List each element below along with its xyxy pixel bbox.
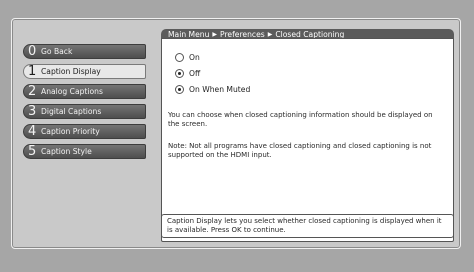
sidebar-item-label: Caption Display <box>41 67 101 76</box>
note-text: Note: Not all programs have closed capti… <box>168 142 432 159</box>
content-pane: On Off On When Muted You can choose when… <box>161 38 454 242</box>
sidebar-item-number: 0 <box>28 44 37 59</box>
sidebar-item-number: 4 <box>28 124 37 139</box>
sidebar-item-caption-style[interactable]: 5 Caption Style <box>23 144 146 159</box>
radio-button-icon[interactable] <box>175 69 184 78</box>
sidebar-item-label: Digital Captions <box>41 107 102 116</box>
sidebar-item-number: 2 <box>28 84 37 99</box>
sidebar-item-label: Caption Style <box>41 147 92 156</box>
sidebar-item-number: 1 <box>28 64 37 79</box>
radio-selected-dot <box>178 72 181 75</box>
breadcrumb-arrow-icon: ▶ <box>267 30 273 38</box>
breadcrumb-arrow-icon: ▶ <box>212 30 218 38</box>
radio-button-icon[interactable] <box>175 85 184 94</box>
help-text-box: Caption Display lets you select whether … <box>161 214 454 238</box>
option-label: On When Muted <box>189 85 251 94</box>
radio-button-icon[interactable] <box>175 53 184 62</box>
sidebar-item-label: Caption Priority <box>41 127 100 136</box>
sidebar-item-label: Analog Captions <box>41 87 103 96</box>
option-off[interactable]: Off <box>175 69 200 78</box>
sidebar-item-analog-captions[interactable]: 2 Analog Captions <box>23 84 146 99</box>
option-label: Off <box>189 69 201 78</box>
description-text: You can choose when closed captioning in… <box>168 111 433 128</box>
sidebar-item-caption-display[interactable]: 1 Caption Display <box>23 64 146 79</box>
sidebar-item-caption-priority[interactable]: 4 Caption Priority <box>23 124 146 139</box>
sidebar-item-label: Go Back <box>41 47 73 56</box>
sidebar-item-digital-captions[interactable]: 3 Digital Captions <box>23 104 146 119</box>
option-on-when-muted[interactable]: On When Muted <box>175 85 250 94</box>
sidebar-item-number: 3 <box>28 104 37 119</box>
option-on[interactable]: On <box>175 53 200 62</box>
tv-screen: Main Menu ▶ Preferences ▶ Closed Caption… <box>0 0 474 272</box>
sidebar-item-go-back[interactable]: 0 Go Back <box>23 44 146 59</box>
radio-selected-dot <box>178 88 181 91</box>
option-label: On <box>189 53 200 62</box>
sidebar-item-number: 5 <box>28 144 37 159</box>
